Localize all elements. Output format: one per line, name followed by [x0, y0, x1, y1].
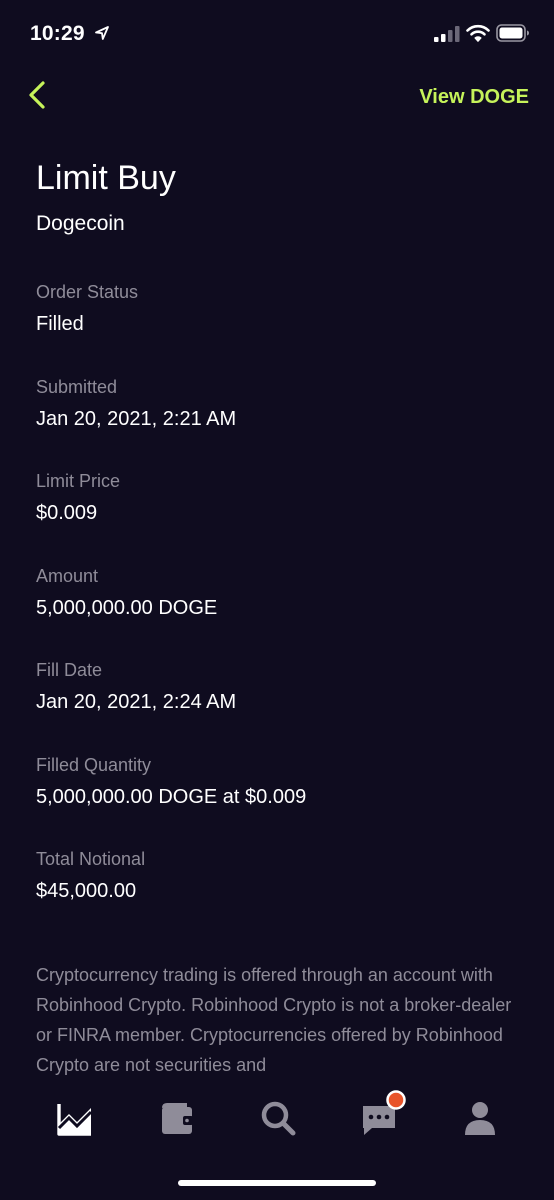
order-detail-screen: 10:29 View DOGE Limit Buy Dogecoin Order…: [0, 0, 554, 1200]
page-title: Limit Buy: [36, 159, 176, 197]
asset-name: Dogecoin: [36, 212, 125, 235]
status-time: 10:29: [30, 22, 85, 45]
detail-value: Jan 20, 2021, 2:21 AM: [36, 407, 237, 430]
detail-value: Jan 20, 2021, 2:24 AM: [36, 691, 237, 713]
notification-dot-icon: [386, 1090, 406, 1110]
back-button[interactable]: [22, 78, 56, 112]
detail-submitted: Submitted Jan 20, 2021, 2:21 AM: [36, 375, 506, 470]
chevron-left-icon: [29, 81, 45, 109]
detail-label: Filled Quantity: [36, 754, 152, 775]
search-icon: [261, 1101, 296, 1136]
detail-label: Fill Date: [36, 660, 103, 680]
detail-value: 5,000,000.00 DOGE at $0.009: [36, 785, 307, 808]
order-details: Limit Buy Dogecoin Order Status Filled S…: [36, 156, 506, 942]
tab-account[interactable]: [460, 1098, 500, 1138]
battery-icon: [496, 24, 529, 42]
tab-investing[interactable]: [55, 1098, 95, 1138]
detail-list: Order Status Filled Submitted Jan 20, 20…: [36, 280, 506, 942]
detail-order-status: Order Status Filled: [36, 280, 506, 375]
detail-label: Limit Price: [36, 471, 121, 491]
status-bar: 10:29: [0, 0, 554, 66]
detail-value: 5,000,000.00 DOGE: [36, 596, 218, 619]
wifi-icon: [466, 24, 490, 42]
detail-label: Total Notional: [36, 849, 146, 869]
location-arrow-icon: [95, 26, 109, 40]
home-indicator[interactable]: [178, 1180, 376, 1186]
detail-value: $45,000.00: [36, 880, 137, 902]
detail-label: Order Status: [36, 282, 139, 302]
detail-value: Filled: [36, 313, 84, 335]
detail-amount: Amount 5,000,000.00 DOGE: [36, 564, 506, 659]
detail-label: Amount: [36, 565, 99, 586]
tab-search[interactable]: [258, 1098, 298, 1138]
chart-icon: [57, 1104, 93, 1136]
detail-fill-date: Fill Date Jan 20, 2021, 2:24 AM: [36, 658, 506, 753]
cellular-signal-icon: [434, 26, 460, 42]
detail-limit-price: Limit Price $0.009: [36, 469, 506, 564]
detail-total-notional: Total Notional $45,000.00: [36, 847, 506, 942]
detail-label: Submitted: [36, 376, 118, 397]
view-asset-link[interactable]: View DOGE: [419, 86, 529, 109]
tab-wallet[interactable]: [157, 1098, 197, 1138]
tab-messages[interactable]: [360, 1090, 406, 1138]
wallet-icon: [162, 1103, 193, 1134]
profile-icon: [465, 1102, 495, 1135]
detail-value: $0.009: [36, 502, 98, 524]
detail-filled-quantity: Filled Quantity 5,000,000.00 DOGE at $0.…: [36, 753, 506, 848]
disclaimer-text: Cryptocurrency trading is offered throug…: [36, 965, 512, 1075]
